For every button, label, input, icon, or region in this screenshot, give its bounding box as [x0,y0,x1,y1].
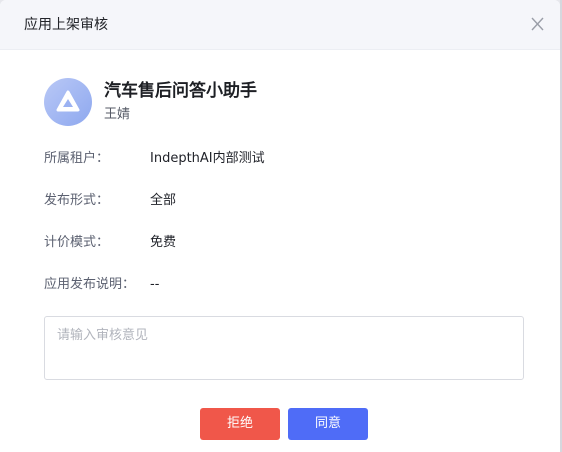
review-opinion-input[interactable] [44,316,524,380]
pricing-label: 计价模式： [44,235,110,250]
close-button[interactable] [528,14,548,34]
publish-form-value: 全部 [150,193,177,208]
publish-form-label: 发布形式： [44,193,110,208]
approve-button[interactable]: 同意 [288,408,368,440]
reject-button[interactable]: 拒绝 [200,408,280,440]
tenant-label: 所属租户： [44,151,110,166]
app-name: 汽车售后问答小助手 [104,81,257,101]
triangle-app-logo-icon [56,90,80,112]
close-icon [531,17,544,31]
dialog-title: 应用上架审核 [24,17,108,33]
app-logo [44,78,92,126]
tenant-value: IndepthAI内部测试 [150,151,265,166]
app-author: 王婧 [104,107,131,122]
pricing-value: 免费 [150,235,177,250]
review-dialog: 应用上架审核 汽车售后问答小助手 王婧 所属租户： IndepthAI内部测试 … [0,0,560,452]
release-notes-label: 应用发布说明： [44,277,136,292]
dialog-header: 应用上架审核 [0,0,560,50]
release-notes-value: -- [150,277,160,292]
